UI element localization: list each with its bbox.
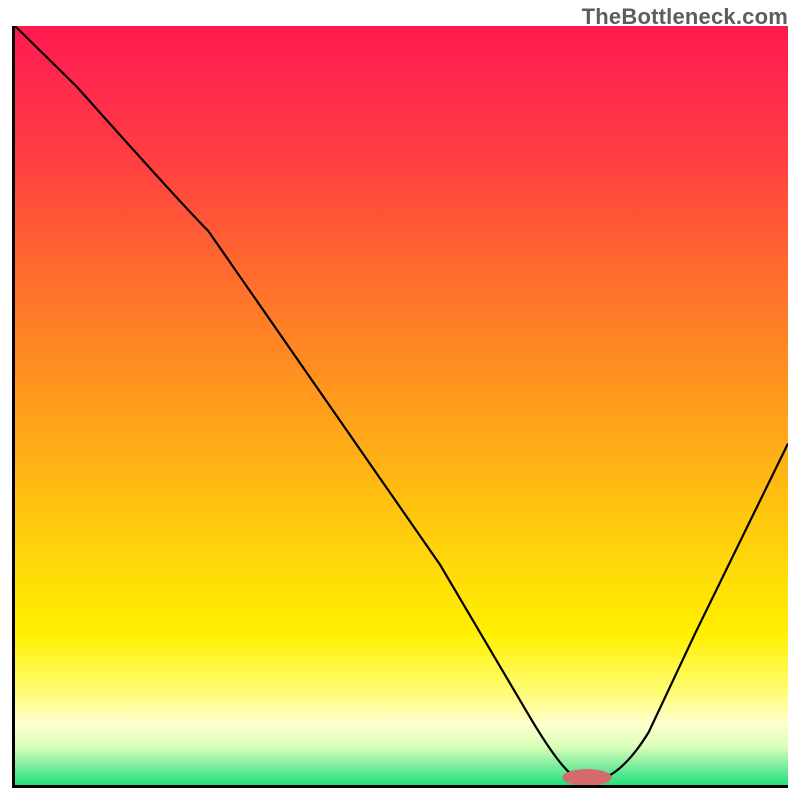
chart-canvas: TheBottleneck.com xyxy=(0,0,800,800)
plot-area xyxy=(12,26,788,788)
background-gradient xyxy=(15,26,788,785)
